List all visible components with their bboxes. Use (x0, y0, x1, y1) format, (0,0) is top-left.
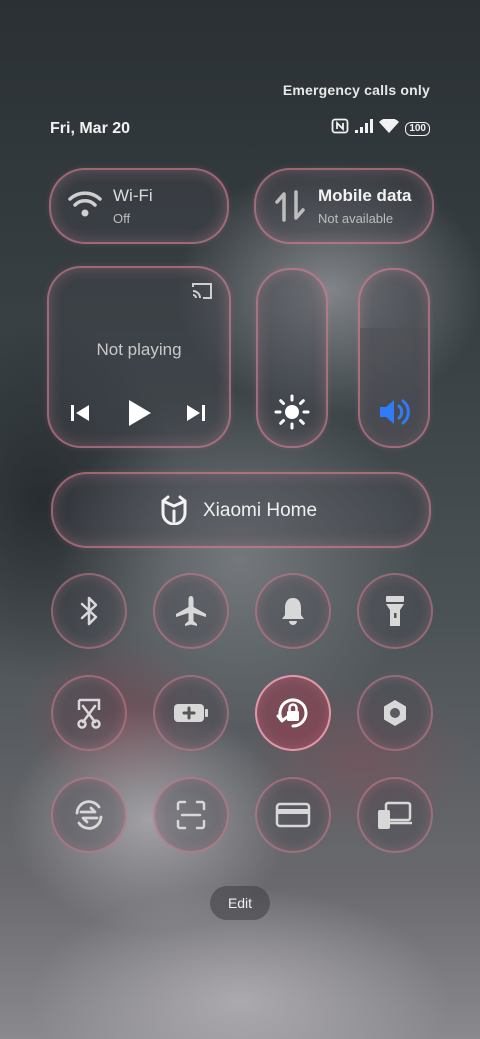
rotation-lock-icon (274, 694, 312, 732)
media-player[interactable]: Not playing (47, 266, 231, 448)
cast-icon[interactable] (191, 282, 213, 305)
screenshot-toggle[interactable] (51, 675, 127, 751)
brightness-slider[interactable] (256, 268, 328, 448)
xiaomi-home-button[interactable]: Xiaomi Home (51, 472, 431, 548)
wifi-tile[interactable]: Wi-Fi Off (49, 168, 229, 244)
next-icon[interactable] (185, 402, 207, 429)
network-status: Emergency calls only (282, 82, 430, 98)
brightness-icon (274, 394, 310, 435)
wifi-icon (67, 190, 103, 222)
cast-screen-toggle[interactable] (357, 777, 433, 853)
card-icon (275, 801, 311, 829)
bluetooth-icon (77, 595, 101, 627)
signal-icon (355, 119, 374, 138)
mobile-data-title: Mobile data (318, 186, 412, 205)
airplane-icon (174, 594, 208, 628)
flashlight-icon (383, 594, 407, 628)
battery-icon: 100 (405, 121, 430, 136)
nfc-icon (331, 118, 349, 139)
media-status: Not playing (96, 340, 182, 359)
play-icon[interactable] (127, 398, 153, 433)
previous-icon[interactable] (69, 402, 91, 429)
screenshot-icon (73, 696, 105, 730)
volume-slider[interactable] (358, 268, 430, 448)
cast-screen-icon (376, 799, 414, 831)
bluetooth-toggle[interactable] (51, 573, 127, 649)
bell-icon (278, 595, 308, 627)
wifi-title: Wi-Fi (113, 186, 153, 205)
battery-saver-toggle[interactable] (153, 675, 229, 751)
scanner-icon (175, 799, 207, 831)
sync-toggle[interactable] (51, 777, 127, 853)
settings-icon (379, 697, 411, 729)
rotation-lock-toggle[interactable] (255, 675, 331, 751)
mobile-data-icon (272, 190, 308, 222)
airplane-toggle[interactable] (153, 573, 229, 649)
battery-saver-icon (172, 701, 210, 725)
wifi-icon (379, 117, 400, 138)
xiaomi-home-label: Xiaomi Home (203, 500, 318, 521)
date-label: Fri, Mar 20 (50, 120, 131, 137)
mobile-data-status: Not available (318, 211, 394, 226)
flashlight-toggle[interactable] (357, 573, 433, 649)
edit-button[interactable]: Edit (210, 886, 270, 920)
wifi-status: Off (113, 211, 131, 226)
card-toggle[interactable] (255, 777, 331, 853)
settings-toggle[interactable] (357, 675, 433, 751)
mobile-data-tile[interactable]: Mobile data Not available (254, 168, 434, 244)
xiaomi-home-icon (159, 495, 189, 530)
status-icons: 100 (331, 117, 430, 139)
scanner-toggle[interactable] (153, 777, 229, 853)
bell-toggle[interactable] (255, 573, 331, 649)
volume-icon (376, 394, 412, 435)
sync-icon (71, 797, 107, 833)
